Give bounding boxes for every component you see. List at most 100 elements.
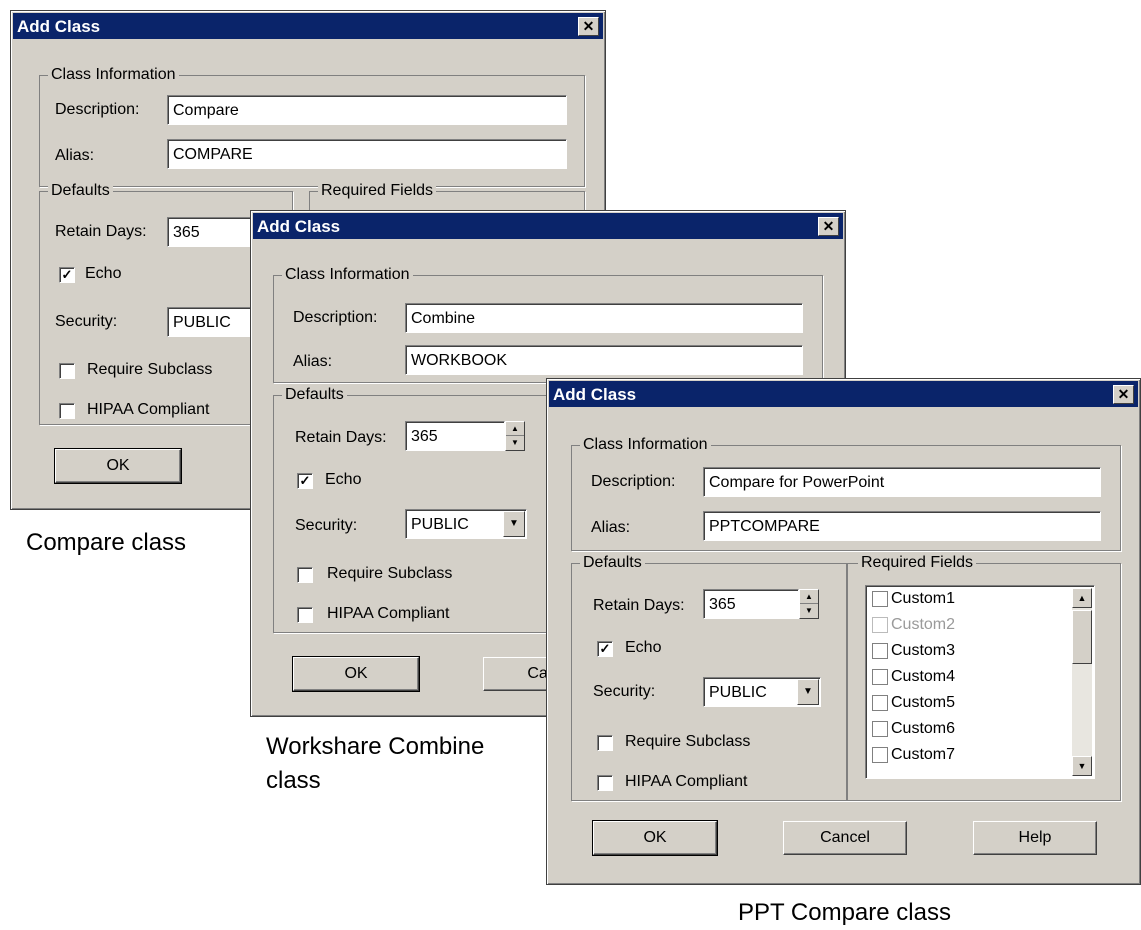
title-bar[interactable]: Add Class ✕ <box>549 381 1138 407</box>
group-label: Class Information <box>48 66 179 84</box>
title-bar[interactable]: Add Class ✕ <box>253 213 843 239</box>
retain-days-label: Retain Days: <box>593 597 685 614</box>
list-item-checkbox[interactable] <box>872 616 888 633</box>
group-label: Required Fields <box>318 182 437 200</box>
list-item-checkbox[interactable] <box>872 720 888 737</box>
list-item[interactable]: Custom4 <box>872 668 955 686</box>
caption-combine-line1: Workshare Combine <box>266 733 485 760</box>
description-input[interactable]: Combine <box>405 303 803 333</box>
caption-compare: Compare class <box>26 529 187 556</box>
security-label: Security: <box>593 683 656 700</box>
list-item-label: Custom2 <box>891 616 956 633</box>
list-item-checkbox[interactable] <box>872 642 888 659</box>
ok-button[interactable]: OK <box>54 448 182 484</box>
alias-input[interactable]: WORKBOOK <box>405 345 803 375</box>
caption-ppt-compare: PPT Compare class <box>738 899 951 926</box>
hipaa-label: HIPAA Compliant <box>327 605 450 622</box>
spin-up-icon[interactable]: ▲ <box>800 590 818 604</box>
echo-label: Echo <box>85 265 122 282</box>
echo-checkbox[interactable]: ✓ <box>597 641 613 657</box>
hipaa-checkbox[interactable] <box>597 775 613 791</box>
ok-button[interactable]: OK <box>592 820 718 856</box>
require-subclass-label: Require Subclass <box>87 361 213 378</box>
list-item-checkbox[interactable] <box>872 668 888 685</box>
hipaa-label: HIPAA Compliant <box>87 401 210 418</box>
spin-up-icon[interactable]: ▲ <box>506 422 524 436</box>
scroll-up-icon[interactable]: ▲ <box>1072 588 1092 608</box>
retain-days-label: Retain Days: <box>55 223 147 240</box>
retain-days-input[interactable]: 365 <box>703 589 799 619</box>
list-item-label: Custom1 <box>891 590 956 607</box>
dialog-title: Add Class <box>17 17 101 36</box>
list-item-checkbox[interactable] <box>872 590 888 607</box>
retain-days-input[interactable]: 365 <box>167 217 251 247</box>
add-class-dialog-ppt-compare: Add Class ✕ Class Information Descriptio… <box>546 378 1141 885</box>
alias-label: Alias: <box>591 519 631 536</box>
alias-label: Alias: <box>55 147 95 164</box>
close-button[interactable]: ✕ <box>818 217 839 236</box>
group-class-information: Class Information <box>39 66 585 187</box>
list-scrollbar[interactable]: ▲ ▼ <box>1072 588 1092 776</box>
spin-down-icon[interactable]: ▼ <box>800 604 818 617</box>
description-input[interactable]: Compare <box>167 95 567 125</box>
list-item-checkbox[interactable] <box>872 746 888 763</box>
retain-days-label: Retain Days: <box>295 429 387 446</box>
description-label: Description: <box>591 473 676 490</box>
require-subclass-checkbox[interactable] <box>59 363 75 379</box>
dialog-title: Add Class <box>553 385 637 404</box>
dropdown-arrow-icon[interactable]: ▼ <box>797 679 819 705</box>
help-button[interactable]: Help <box>973 821 1097 855</box>
close-button[interactable]: ✕ <box>1113 385 1134 404</box>
list-item[interactable]: Custom1 <box>872 590 955 608</box>
cancel-button[interactable]: Cancel <box>783 821 907 855</box>
group-label: Required Fields <box>858 554 977 572</box>
security-select[interactable]: PUBLIC <box>167 307 251 337</box>
require-subclass-label: Require Subclass <box>327 565 453 582</box>
list-item-label: Custom6 <box>891 720 956 737</box>
group-label: Defaults <box>48 182 113 200</box>
require-subclass-checkbox[interactable] <box>297 567 313 583</box>
list-item[interactable]: Custom5 <box>872 694 955 712</box>
spin-down-icon[interactable]: ▼ <box>506 436 524 449</box>
scroll-thumb[interactable] <box>1072 610 1092 664</box>
alias-label: Alias: <box>293 353 333 370</box>
alias-input[interactable]: PPTCOMPARE <box>703 511 1101 541</box>
hipaa-checkbox[interactable] <box>297 607 313 623</box>
hipaa-label: HIPAA Compliant <box>625 773 748 790</box>
scroll-down-icon[interactable]: ▼ <box>1072 756 1092 776</box>
list-item[interactable]: Custom6 <box>872 720 955 738</box>
group-label: Defaults <box>580 554 645 572</box>
retain-days-spinner[interactable]: ▲ ▼ <box>799 589 819 619</box>
security-label: Security: <box>55 313 118 330</box>
echo-checkbox[interactable]: ✓ <box>297 473 313 489</box>
list-item[interactable]: Custom3 <box>872 642 955 660</box>
list-item-label: Custom3 <box>891 642 956 659</box>
echo-label: Echo <box>625 639 662 656</box>
list-item-checkbox[interactable] <box>872 694 888 711</box>
retain-days-spinner[interactable]: ▲ ▼ <box>505 421 525 451</box>
list-item[interactable]: Custom7 <box>872 746 955 764</box>
caption-combine-line2: class <box>266 767 321 794</box>
alias-input[interactable]: COMPARE <box>167 139 567 169</box>
echo-checkbox[interactable]: ✓ <box>59 267 75 283</box>
list-item-label: Custom7 <box>891 746 956 763</box>
description-input[interactable]: Compare for PowerPoint <box>703 467 1101 497</box>
dropdown-arrow-icon[interactable]: ▼ <box>503 511 525 537</box>
description-label: Description: <box>293 309 378 326</box>
dialog-title: Add Class <box>257 217 341 236</box>
list-item[interactable]: Custom2 <box>872 616 955 634</box>
group-label: Class Information <box>282 266 413 284</box>
group-label: Class Information <box>580 436 711 454</box>
security-label: Security: <box>295 517 358 534</box>
require-subclass-label: Require Subclass <box>625 733 751 750</box>
title-bar[interactable]: Add Class ✕ <box>13 13 603 39</box>
list-item-label: Custom4 <box>891 668 956 685</box>
group-label: Defaults <box>282 386 347 404</box>
required-fields-list[interactable]: Custom1 Custom2 Custom3 Custom4 Custom5 … <box>865 585 1095 779</box>
hipaa-checkbox[interactable] <box>59 403 75 419</box>
ok-button[interactable]: OK <box>292 656 420 692</box>
close-button[interactable]: ✕ <box>578 17 599 36</box>
require-subclass-checkbox[interactable] <box>597 735 613 751</box>
echo-label: Echo <box>325 471 362 488</box>
retain-days-input[interactable]: 365 <box>405 421 505 451</box>
